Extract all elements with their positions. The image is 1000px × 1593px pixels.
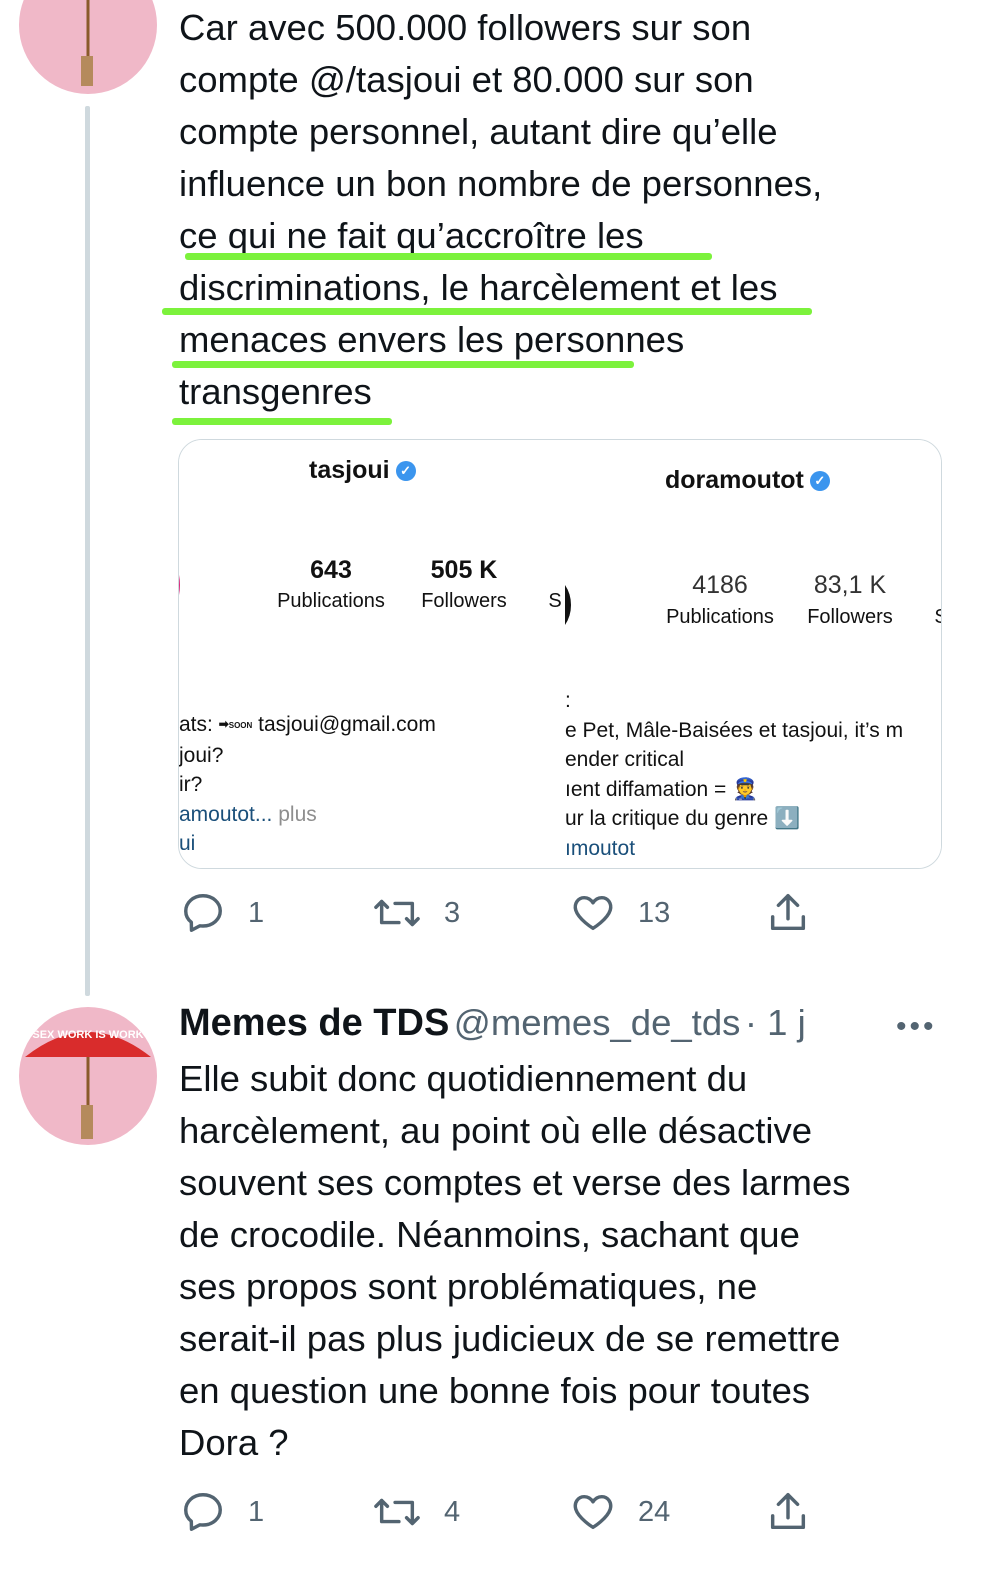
retweet-count: 3: [444, 896, 461, 929]
highlight-underline: [162, 308, 812, 315]
verified-icon: ✓: [809, 471, 830, 492]
tweet-line: Dora ?: [179, 1422, 289, 1463]
more-options-icon[interactable]: •••: [896, 1010, 937, 1044]
highlight-underline: [172, 361, 634, 368]
author-name[interactable]: Memes de TDS: [179, 1002, 449, 1044]
bio-line: :: [565, 689, 571, 712]
avatar-text: SEX WORK IS WORK: [32, 1029, 143, 1041]
like-button[interactable]: 24: [570, 1489, 670, 1535]
share-button[interactable]: [765, 890, 811, 936]
like-count: 24: [638, 1495, 671, 1528]
avatar[interactable]: SEX WORK IS WORK: [19, 1007, 157, 1145]
ig-bio: ats: ➡SOON tasjoui@gmail.com joui? ir? a…: [179, 710, 436, 859]
tweet-line: ses propos sont problématiques, ne: [179, 1266, 758, 1307]
like-button[interactable]: 13: [570, 890, 670, 936]
profile-ring-icon: [179, 575, 180, 595]
reply-icon: [184, 1493, 222, 1531]
share-button[interactable]: [765, 1489, 811, 1535]
tweet-header: Memes de TDS @memes_de_tds · 1 j: [179, 1002, 806, 1045]
bio-line: ımoutot: [565, 836, 636, 860]
tweet-line: souvent ses comptes et verse des larmes: [179, 1162, 851, 1203]
tweet-line: Car avec 500.000 followers sur son: [179, 7, 752, 48]
share-icon: [770, 894, 806, 931]
highlight-underline: [172, 418, 392, 425]
tweet-line-highlighted: transgenres: [179, 371, 372, 412]
tweet-line: en question une bonne fois pour toutes: [179, 1370, 811, 1411]
bio-line: ats: ➡SOON tasjoui@gmail.com: [179, 713, 436, 736]
reply-button[interactable]: 1: [180, 890, 264, 936]
retweet-button[interactable]: 4: [372, 1489, 460, 1535]
stat-label: Followers: [421, 590, 507, 612]
tweet-line-highlighted: discriminations, le harcèlement et les: [179, 267, 778, 308]
retweet-button[interactable]: 3: [372, 890, 460, 936]
retweet-icon: [374, 899, 420, 927]
stat-label-cut: S: [931, 606, 941, 629]
bio-line: ender critical: [565, 748, 685, 771]
tweet-line: compte @/tasjoui et 80.000 sur son: [179, 59, 754, 100]
reply-icon: [184, 894, 222, 932]
tweet-line: Elle subit donc quotidiennement du: [179, 1058, 748, 1099]
stat-label: Followers: [807, 606, 893, 628]
ig-username: doramoutot ✓: [665, 466, 830, 495]
author-handle[interactable]: @memes_de_tds: [454, 1002, 741, 1043]
stat-value: 4186: [692, 571, 748, 599]
umbrella-avatar-icon: SEX WORK IS WORK: [25, 1029, 151, 1139]
tweet-line: serait-il pas plus judicieux de se remet…: [179, 1318, 841, 1359]
bio-line: joui?: [179, 743, 224, 767]
umbrella-avatar-icon: [81, 0, 93, 86]
heart-icon: [573, 1494, 613, 1530]
media-image-right[interactable]: doramoutot ✓ 4186 Publications 83,1 K Fol…: [565, 440, 941, 868]
stat-label: Publications: [666, 606, 774, 628]
tweet-line: de crocodile. Néanmoins, sachant que: [179, 1214, 800, 1255]
share-icon: [770, 1493, 806, 1530]
tweet-text-2: Elle subit donc quotidiennement du harcè…: [179, 1053, 959, 1469]
stat-value: 83,1 K: [813, 571, 887, 599]
heart-icon: [573, 895, 613, 931]
bio-line: ui: [179, 832, 196, 856]
highlight-underline: [185, 253, 712, 260]
profile-ring-icon: [565, 585, 571, 625]
retweet-count: 4: [444, 1495, 461, 1528]
stat-value: 643: [310, 556, 352, 584]
tweet-time[interactable]: · 1 j: [745, 1002, 806, 1043]
thread-line: [85, 106, 90, 996]
bio-line: ir?: [179, 773, 203, 797]
tweet-text-1: Car avec 500.000 followers sur son compt…: [179, 2, 959, 418]
reply-count: 1: [248, 896, 265, 929]
tweet-line: harcèlement, au point où elle désactive: [179, 1110, 813, 1151]
reply-button[interactable]: 1: [180, 1489, 264, 1535]
bio-line: amoutot... plus: [179, 802, 317, 826]
tweet-line-highlighted: menaces envers les personnes: [179, 319, 685, 360]
ig-username: tasjoui ✓: [309, 456, 416, 485]
media-image-left[interactable]: tasjoui ✓ 643 Publications 505 K Follower…: [179, 440, 565, 868]
tweet-line: compte personnel, autant dire qu’elle: [179, 111, 778, 152]
stat-label-cut: S: [548, 590, 562, 612]
tweet-line: influence un bon nombre de personnes,: [179, 163, 823, 204]
media-card[interactable]: tasjoui ✓ 643 Publications 505 K Follower…: [178, 439, 942, 869]
bio-line: ur la critique du genre ⬇️: [565, 807, 801, 830]
verified-icon: ✓: [395, 461, 416, 482]
bio-line: ıent diffamation = 👮: [565, 777, 759, 801]
bio-line: e Pet, Mâle-Baisées et tasjoui, it’s m: [565, 718, 904, 742]
retweet-icon: [374, 1498, 420, 1526]
stat-value: 505 K: [430, 556, 498, 584]
avatar-top[interactable]: [19, 0, 157, 94]
like-count: 13: [638, 896, 671, 929]
reply-count: 1: [248, 1495, 265, 1528]
stat-label: Publications: [277, 590, 385, 612]
ig-bio: : e Pet, Mâle-Baisées et tasjoui, it’s m…: [565, 686, 903, 863]
